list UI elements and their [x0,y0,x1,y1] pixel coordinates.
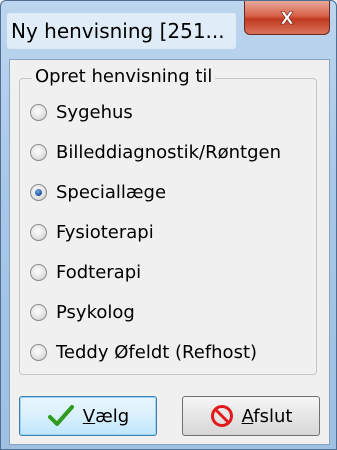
radio-button[interactable] [30,143,47,161]
checkmark-icon [47,404,75,428]
close-button-label: Afslut [241,405,293,427]
window-title: Ny henvisning [251... [7,13,236,49]
radio-button[interactable] [30,303,47,321]
dialog-window: Ny henvisning [251... X Opret henvisning… [0,0,337,450]
referral-type-group: Opret henvisning til Sygehus Billeddiagn… [19,65,317,375]
radio-option-teddy-ofeldt[interactable]: Teddy Øfeldt (Refhost) [30,337,257,367]
close-window-button[interactable]: X [244,1,330,35]
radio-option-speciallaege[interactable]: Speciallæge [30,177,166,207]
no-entry-icon [210,404,234,428]
radio-button[interactable] [30,223,47,241]
radio-option-fysioterapi[interactable]: Fysioterapi [30,217,154,247]
radio-button[interactable] [30,183,47,201]
radio-label: Teddy Øfeldt (Refhost) [56,341,258,363]
close-glyph: X [280,9,293,27]
select-button-label: Vælg [82,405,130,427]
radio-option-fodterapi[interactable]: Fodterapi [30,257,141,287]
radio-label: Sygehus [56,101,133,123]
close-button[interactable]: Afslut [182,396,320,436]
radio-label: Psykolog [56,301,135,323]
radio-button[interactable] [30,343,47,361]
radio-option-psykolog[interactable]: Psykolog [30,297,135,327]
radio-label: Speciallæge [56,181,167,203]
radio-label: Billeddiagnostik/Røntgen [56,141,281,163]
radio-option-sygehus[interactable]: Sygehus [30,97,133,127]
radio-button[interactable] [30,103,47,121]
radio-label: Fysioterapi [56,221,154,243]
close-icon: X [280,9,294,27]
dialog-body: Opret henvisning til Sygehus Billeddiagn… [9,59,330,445]
select-button[interactable]: Vælg [19,396,157,436]
radio-label: Fodterapi [56,261,142,283]
radio-button[interactable] [30,263,47,281]
group-title: Opret henvisning til [32,65,216,89]
title-bar[interactable]: Ny henvisning [251... X [1,1,336,59]
radio-option-billeddiagnostik[interactable]: Billeddiagnostik/Røntgen [30,137,281,167]
